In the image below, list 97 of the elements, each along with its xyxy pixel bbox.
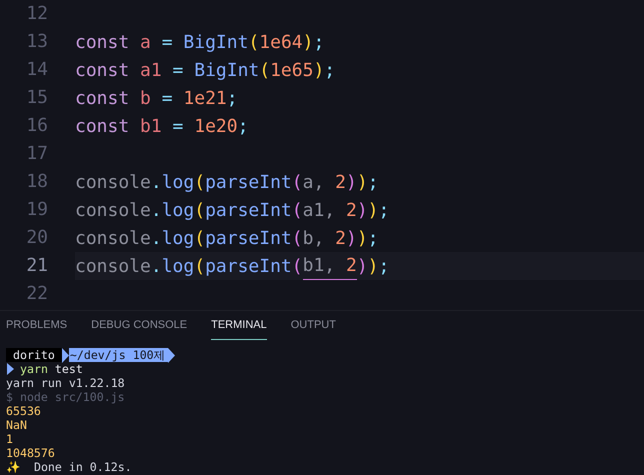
code-token: 2 — [344, 198, 357, 222]
code-token: 1e20 — [193, 114, 238, 138]
code-token: = — [160, 30, 173, 54]
code-token: ; — [378, 254, 390, 278]
code-token: a1, — [302, 198, 336, 222]
code-token: ) — [346, 226, 357, 250]
code-token: parseInt — [205, 226, 292, 250]
code-token: . — [150, 170, 162, 194]
code-token: 1e65 — [270, 58, 314, 82]
code-token: console — [75, 226, 151, 250]
code-token: ) — [368, 198, 378, 222]
terminal-line: yarn run v1.22.18 — [6, 376, 126, 390]
code-token: log — [162, 254, 194, 278]
line-number: 22 — [25, 283, 48, 305]
code-token: a, — [302, 170, 324, 194]
code-token: b1, — [302, 254, 336, 278]
code-token: = — [160, 86, 173, 110]
code-token: console — [75, 170, 151, 194]
code-token: const — [75, 86, 130, 110]
code-token: 2 — [344, 254, 357, 278]
prompt-arrow-icon — [7, 363, 14, 375]
code-token: 2 — [334, 226, 346, 250]
code-token: ( — [194, 254, 206, 278]
terminal-line: ✨ Done in 0.12s. — [6, 460, 133, 474]
code-token: ; — [226, 86, 238, 110]
code-token: console — [75, 198, 151, 222]
code-token: ( — [248, 30, 260, 54]
code-token: BigInt — [182, 30, 248, 54]
code-token: ; — [313, 30, 324, 54]
line-number: 17 — [25, 143, 48, 165]
line-number: 14 — [25, 59, 48, 81]
terminal-line: 1048576 — [6, 446, 56, 460]
code-token: = — [172, 114, 184, 138]
code-token: ( — [292, 170, 303, 194]
code-token: ; — [368, 170, 379, 194]
code-token: ) — [356, 198, 368, 222]
command-program: yarn — [20, 362, 48, 376]
code-token: b, — [302, 226, 324, 250]
line-number: 21 — [25, 255, 48, 277]
code-token: ) — [302, 30, 314, 54]
prompt-user: dorito — [6, 348, 62, 362]
code-token: ) — [346, 170, 357, 194]
terminal-line: 65536 — [6, 404, 42, 418]
code-token: console — [75, 254, 151, 278]
code-token: 2 — [334, 170, 346, 194]
panel-tab[interactable]: TERMINAL — [211, 311, 267, 340]
code-token: b — [139, 86, 151, 110]
code-token: ) — [356, 254, 368, 278]
prompt-end-icon — [168, 348, 175, 362]
code-token: ; — [368, 226, 379, 250]
panel-tab[interactable]: OUTPUT — [290, 311, 336, 340]
code-token: a1 — [139, 58, 162, 82]
code-token: parseInt — [205, 198, 292, 222]
terminal-line: 1 — [6, 432, 14, 446]
panel-tab[interactable]: PROBLEMS — [6, 311, 68, 340]
code-token: ) — [368, 254, 378, 278]
code-token: parseInt — [205, 254, 292, 278]
code-token: . — [150, 226, 162, 250]
code-token: BigInt — [193, 58, 260, 82]
line-number: 16 — [25, 115, 48, 137]
code-token: log — [162, 226, 194, 250]
code-token: ( — [292, 198, 303, 222]
code-token: const — [75, 114, 130, 138]
code-token: a — [139, 30, 151, 54]
code-token: ( — [194, 170, 206, 194]
panel-tab[interactable]: DEBUG CONSOLE — [91, 311, 188, 340]
code-token: log — [162, 170, 194, 194]
code-token: ; — [378, 198, 390, 222]
line-number: 13 — [25, 31, 48, 53]
command-args: test — [54, 362, 83, 376]
line-number: 12 — [25, 3, 48, 25]
code-token: ( — [259, 58, 270, 82]
code-token: ; — [324, 58, 336, 82]
code-token: . — [150, 198, 162, 222]
code-token: ( — [292, 254, 303, 278]
code-token: parseInt — [205, 170, 292, 194]
terminal-line: NaN — [6, 418, 28, 432]
code-token: b1 — [139, 114, 162, 138]
line-number: 20 — [25, 227, 48, 249]
code-token: const — [75, 30, 130, 54]
line-number: 15 — [25, 87, 48, 109]
code-token: ; — [238, 114, 248, 138]
code-token: 1e21 — [182, 86, 227, 110]
code-token: ) — [356, 170, 368, 194]
code-token: ) — [356, 226, 368, 250]
code-token: ( — [292, 226, 303, 250]
line-number: 18 — [25, 171, 48, 193]
code-token: ( — [194, 198, 206, 222]
code-token: 1e64 — [259, 30, 303, 54]
code-token: = — [172, 58, 184, 82]
code-token: log — [162, 198, 194, 222]
code-token: const — [75, 58, 130, 82]
code-token: ( — [194, 226, 206, 250]
terminal-line: $ node src/100.js — [6, 390, 126, 404]
code-token: ) — [313, 58, 324, 82]
line-number: 19 — [25, 199, 48, 221]
code-token: . — [150, 254, 162, 278]
